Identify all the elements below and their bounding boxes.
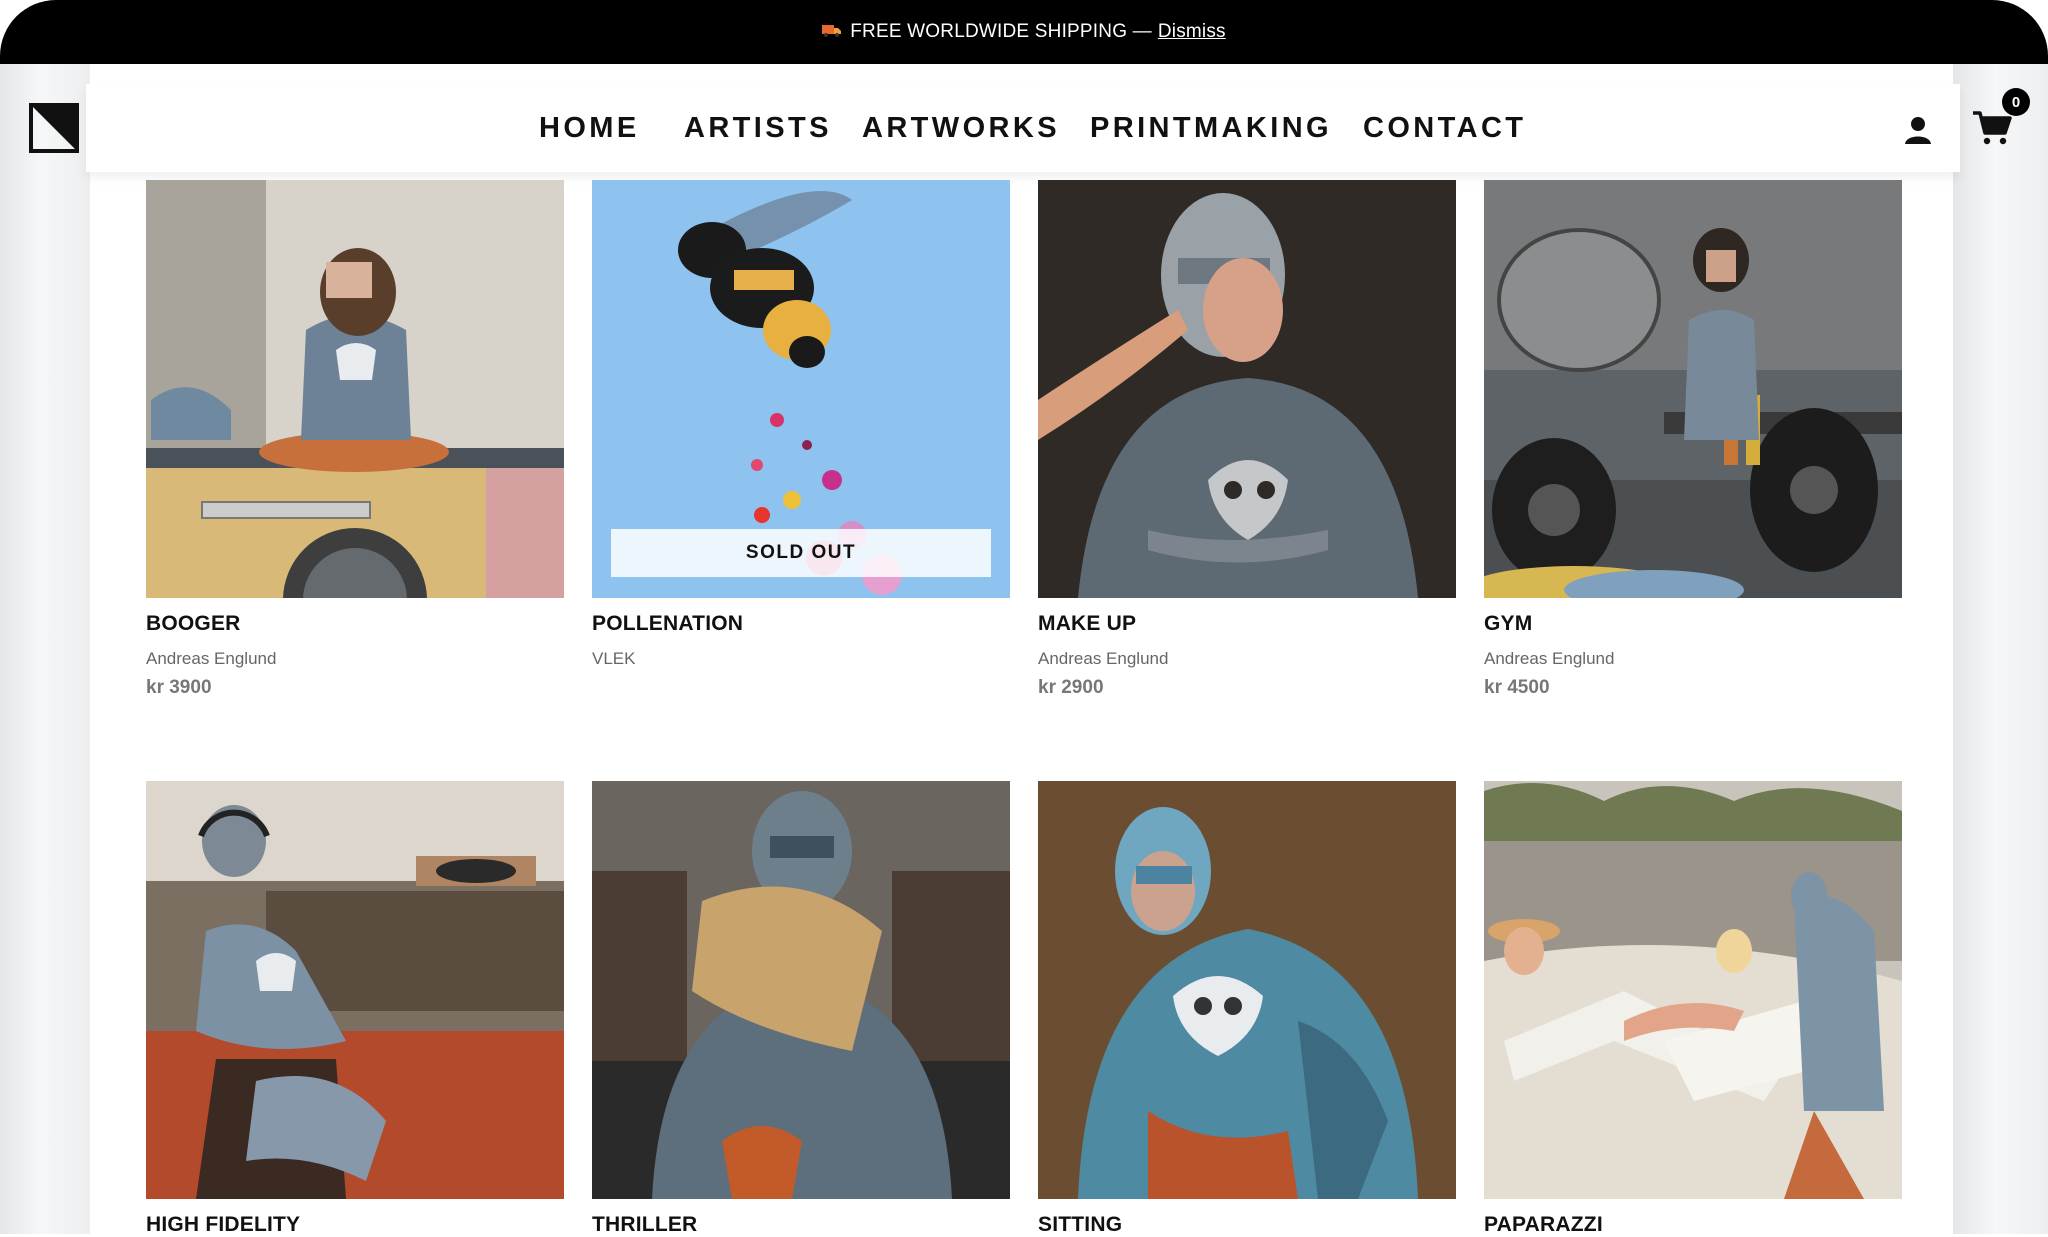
product-title[interactable]: PAPARAZZI [1484, 1213, 1603, 1237]
product-image[interactable] [1038, 180, 1456, 598]
promo-bar: FREE WORLDWIDE SHIPPING — Dismiss [0, 0, 2048, 64]
product-title[interactable]: POLLENATION [592, 612, 743, 636]
nav-contact[interactable]: CONTACT [1363, 112, 1526, 145]
product-image[interactable] [146, 180, 564, 598]
user-icon[interactable] [1902, 114, 1934, 146]
product-title[interactable]: HIGH FIDELITY [146, 1213, 300, 1237]
product-image[interactable] [146, 781, 564, 1199]
nav-home[interactable]: HOME [539, 112, 640, 145]
product-artist[interactable]: VLEK [592, 649, 635, 669]
product-artist[interactable]: Andreas Englund [146, 649, 276, 669]
nav-artists[interactable]: ARTISTS [684, 112, 832, 145]
product-price: kr 3900 [146, 677, 212, 698]
product-image[interactable] [1038, 781, 1456, 1199]
promo-text: FREE WORLDWIDE SHIPPING — [850, 21, 1152, 42]
product-image[interactable]: SOLD OUT [592, 180, 1010, 598]
product-image[interactable] [1484, 180, 1902, 598]
product-artist[interactable]: Andreas Englund [1038, 649, 1168, 669]
product-image[interactable] [592, 781, 1010, 1199]
product-title[interactable]: MAKE UP [1038, 612, 1136, 636]
product-title[interactable]: BOOGER [146, 612, 241, 636]
product-title[interactable]: THRILLER [592, 1213, 697, 1237]
page-background-right [1953, 64, 2048, 1234]
cart-count-badge: 0 [2002, 88, 2030, 116]
dismiss-link[interactable]: Dismiss [1158, 21, 1226, 43]
product-artist[interactable]: Andreas Englund [1484, 649, 1614, 669]
cart-icon[interactable] [1972, 110, 2012, 146]
gallery-logo-icon[interactable] [28, 102, 80, 154]
product-price: kr 2900 [1038, 677, 1104, 698]
nav-printmaking[interactable]: PRINTMAKING [1090, 112, 1332, 145]
product-image[interactable] [1484, 781, 1902, 1199]
product-title[interactable]: SITTING [1038, 1213, 1122, 1237]
nav-artworks[interactable]: ARTWORKS [862, 112, 1060, 145]
sold-out-badge: SOLD OUT [611, 529, 991, 577]
product-price: kr 4500 [1484, 677, 1550, 698]
page-background-left [0, 64, 90, 1234]
truck-icon [822, 22, 842, 43]
product-title[interactable]: GYM [1484, 612, 1532, 636]
